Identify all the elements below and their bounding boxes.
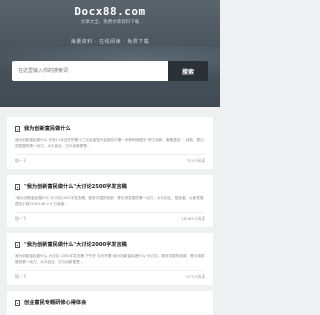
article-description: "我为创新富民做什么"大讨论2500字发言稿，服务中国的创新，是引领发展的第一动…: [15, 196, 204, 206]
article-title[interactable]: "我为创新富民做什么"大讨论2000字发言稿: [24, 241, 127, 248]
article-card[interactable]: "我为创新富民做什么"大讨论2500字发言稿 "我为创新富民做什么"大讨论250…: [7, 175, 213, 227]
article-footer: 搜一下 573人阅读: [15, 274, 205, 280]
article-title[interactable]: 创业富民专题研修心得体会: [24, 299, 86, 306]
document-icon: [15, 125, 20, 132]
site-logo[interactable]: Docx88.com: [0, 5, 220, 18]
article-card[interactable]: "我为创新富民做什么"大讨论2000字发言稿 我为创新富民做什么 大讨论 200…: [7, 233, 213, 285]
search-input[interactable]: [12, 61, 168, 81]
divider: [15, 270, 205, 271]
document-icon: [15, 241, 20, 248]
article-footer: 搜一下 753人阅读: [15, 158, 205, 164]
document-icon: [15, 183, 20, 190]
header-hero: Docx88.com 文章大全、免费文章资料下载 海量资料 · 在线阅读 · 免…: [0, 0, 220, 107]
article-list: 我为创新富民做什么 我为创新富民做什么 去年11月召开的第十三次全省党代会报告中…: [7, 117, 213, 315]
search-button[interactable]: 搜索: [168, 61, 208, 81]
article-card[interactable]: 我为创新富民做什么 我为创新富民做什么 去年11月召开的第十三次全省党代会报告中…: [7, 117, 213, 169]
search-bar: 搜索: [12, 61, 208, 81]
article-title[interactable]: 我为创新富民做什么: [24, 125, 71, 132]
article-title-row[interactable]: "我为创新富民做什么"大讨论2500字发言稿: [15, 183, 205, 190]
article-author: 搜一下: [15, 158, 27, 163]
article-card[interactable]: 创业富民专题研修心得体会: [7, 291, 213, 315]
article-read-count: 753人阅读: [186, 158, 205, 163]
hero-banner-text: 海量资料 · 在线阅读 · 免费下载: [70, 39, 150, 45]
article-read-count: 16063人阅读: [181, 216, 205, 221]
article-read-count: 573人阅读: [186, 274, 205, 279]
article-description: 我为创新富民做什么 去年11月召开的第十三次全省党代会报告中第一次鲜明地提出"努…: [15, 138, 204, 148]
article-author: 搜一下: [15, 274, 27, 279]
article-footer: 搜一下 16063人阅读: [15, 216, 205, 222]
site-tagline: 文章大全、免费文章资料下载: [80, 20, 140, 25]
article-description: 我为创新富民做什么 大讨论 2000字发言稿 下午好 今天开展"我为创新富民做什…: [15, 254, 205, 264]
article-title-row[interactable]: 我为创新富民做什么: [15, 125, 205, 132]
article-author: 搜一下: [15, 216, 27, 221]
article-title-row[interactable]: 创业富民专题研修心得体会: [15, 299, 205, 306]
article-title-row[interactable]: "我为创新富民做什么"大讨论2000字发言稿: [15, 241, 205, 248]
article-title[interactable]: "我为创新富民做什么"大讨论2500字发言稿: [24, 183, 127, 190]
divider: [15, 154, 205, 155]
divider: [15, 212, 205, 213]
document-icon: [15, 299, 20, 306]
